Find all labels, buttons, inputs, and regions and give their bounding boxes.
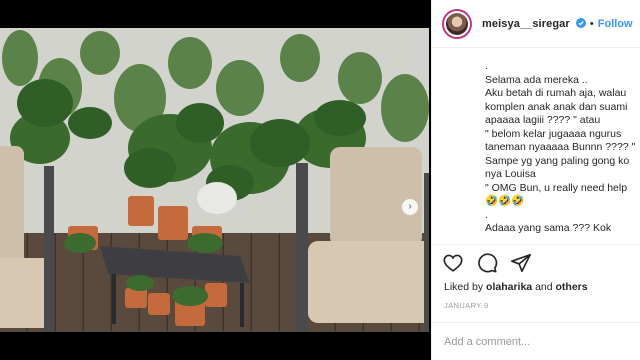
comment-input[interactable] <box>444 335 624 348</box>
photo-chair-right <box>296 147 429 332</box>
share-arrow-icon[interactable] <box>510 252 532 274</box>
likes-prefix: Liked by <box>444 281 484 293</box>
caption-line: Sampe yg yang paling gong ko <box>485 154 630 167</box>
post-photo[interactable]: › <box>0 28 429 332</box>
liked-by-user-link[interactable]: olaharika <box>486 281 532 293</box>
caption-line: Adaaa yang sama ??? Kok <box>485 222 612 234</box>
caption-line: nya Louisa <box>485 168 536 180</box>
caption-line: " OMG Bun, u really need help <box>485 181 628 194</box>
username-link[interactable]: meisya__siregar <box>482 17 586 30</box>
comment-box <box>432 322 640 360</box>
avatar[interactable] <box>442 8 472 39</box>
liked-by-others-link[interactable]: others <box>556 281 588 293</box>
heart-icon[interactable] <box>442 252 464 274</box>
caption-line: . <box>485 208 488 221</box>
post-header: meisya__siregar • Follow <box>432 0 640 48</box>
post-side-panel: meisya__siregar • Follow . Selama ada me… <box>431 0 640 360</box>
caption-line: Aku betah di rumah aja, walau <box>485 87 627 99</box>
verified-badge-icon <box>575 17 586 28</box>
photo-chair-left <box>0 146 54 332</box>
post-date: JANUARY 9 <box>444 301 489 310</box>
username-text: meisya__siregar <box>482 17 570 30</box>
caption-line: apaaaa lagiii ???? " atau <box>485 114 601 126</box>
post-actions <box>442 252 532 274</box>
caption-line: komplen anak anak dan suami <box>485 100 628 113</box>
chevron-right-icon: › <box>408 201 412 212</box>
post-caption: . Selama ada mereka .. Aku betah di ruma… <box>432 48 640 245</box>
comment-bubble-icon[interactable] <box>476 252 498 274</box>
caption-line: 🤣🤣🤣 <box>485 195 525 207</box>
caption-line: taneman nyaaaaa Bunnn ???? " <box>485 141 636 153</box>
caption-line: Selama ada mereka .. <box>485 73 588 86</box>
likes-connector: and <box>535 281 553 293</box>
avatar-image <box>446 12 468 35</box>
caption-line: . <box>485 60 488 72</box>
likes-summary: Liked by olaharika and others <box>444 281 588 293</box>
carousel-next-button[interactable]: › <box>402 199 418 215</box>
header-separator: • <box>589 17 594 30</box>
caption-line: " belom kelar jugaaaa ngurus <box>485 127 622 140</box>
follow-button[interactable]: Follow <box>598 18 633 30</box>
